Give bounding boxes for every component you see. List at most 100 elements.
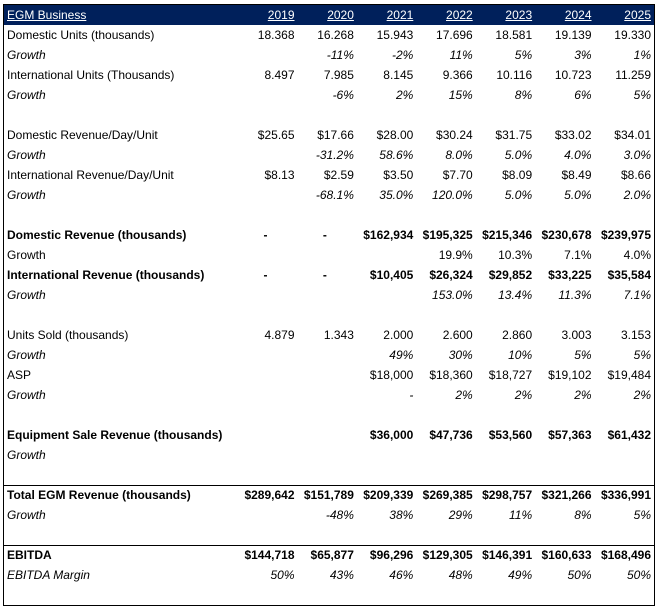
value-cell[interactable] xyxy=(238,445,297,465)
value-cell[interactable]: - xyxy=(298,225,357,245)
value-cell[interactable] xyxy=(298,405,357,425)
value-cell[interactable] xyxy=(298,345,357,365)
value-cell[interactable]: 50% xyxy=(238,565,297,585)
value-cell[interactable] xyxy=(357,285,416,305)
value-cell[interactable] xyxy=(238,85,297,105)
value-cell[interactable] xyxy=(357,445,416,465)
value-cell[interactable]: 11.3% xyxy=(535,285,594,305)
value-cell[interactable]: 13.4% xyxy=(476,285,535,305)
value-cell[interactable]: 18.368 xyxy=(238,25,297,45)
value-cell[interactable]: - xyxy=(238,225,297,245)
value-cell[interactable] xyxy=(416,305,475,325)
value-cell[interactable] xyxy=(416,525,475,545)
value-cell[interactable]: 10.3% xyxy=(476,245,535,265)
value-cell[interactable]: $289,642 xyxy=(238,484,298,505)
value-cell[interactable] xyxy=(595,445,654,465)
value-cell[interactable]: $8.09 xyxy=(476,165,535,185)
row-label[interactable]: Growth xyxy=(4,45,238,65)
row-label[interactable] xyxy=(4,305,238,325)
value-cell[interactable]: 5% xyxy=(476,45,535,65)
row-label[interactable]: Domestic Revenue/Day/Unit xyxy=(4,125,238,145)
value-cell[interactable]: 3% xyxy=(535,45,594,65)
value-cell[interactable]: $215,346 xyxy=(476,225,535,245)
value-cell[interactable] xyxy=(357,105,416,125)
value-cell[interactable] xyxy=(298,305,357,325)
value-cell[interactable] xyxy=(416,445,475,465)
value-cell[interactable]: 17.696 xyxy=(416,25,475,45)
value-cell[interactable]: 50% xyxy=(595,565,654,585)
value-cell[interactable]: 10% xyxy=(476,345,535,365)
row-label[interactable]: Domestic Units (thousands) xyxy=(4,25,238,45)
value-cell[interactable]: 19.139 xyxy=(535,25,594,45)
value-cell[interactable]: $35,584 xyxy=(595,265,654,285)
value-cell[interactable]: 5.0% xyxy=(476,185,535,205)
value-cell[interactable] xyxy=(416,105,475,125)
value-cell[interactable]: 9.366 xyxy=(416,65,475,85)
value-cell[interactable]: 19.330 xyxy=(595,25,654,45)
value-cell[interactable]: $19,102 xyxy=(535,365,594,385)
value-cell[interactable]: 8% xyxy=(535,505,594,525)
value-cell[interactable]: 1% xyxy=(595,45,654,65)
value-cell[interactable]: $146,391 xyxy=(475,544,536,565)
value-cell[interactable]: 10.116 xyxy=(476,65,535,85)
value-cell[interactable] xyxy=(298,465,357,485)
value-cell[interactable] xyxy=(238,385,297,405)
value-cell[interactable]: 15.943 xyxy=(357,25,416,45)
row-label[interactable]: Growth xyxy=(4,145,238,165)
value-cell[interactable] xyxy=(595,205,654,225)
value-cell[interactable]: 1.343 xyxy=(298,325,357,345)
value-cell[interactable]: 3.0% xyxy=(595,145,654,165)
value-cell[interactable]: $7.70 xyxy=(416,165,475,185)
value-cell[interactable]: 7.1% xyxy=(595,285,654,305)
value-cell[interactable]: 30% xyxy=(416,345,475,365)
value-cell[interactable]: $33.02 xyxy=(535,125,594,145)
value-cell[interactable]: $30.24 xyxy=(416,125,475,145)
value-cell[interactable]: 29% xyxy=(416,505,475,525)
value-cell[interactable]: 46% xyxy=(357,565,416,585)
value-cell[interactable]: 5.0% xyxy=(476,145,535,165)
value-cell[interactable]: $2.59 xyxy=(298,165,357,185)
year-header[interactable]: 2024 xyxy=(535,5,595,25)
value-cell[interactable] xyxy=(357,245,416,265)
value-cell[interactable]: -48% xyxy=(298,505,357,525)
value-cell[interactable]: 16.268 xyxy=(298,25,357,45)
row-label[interactable]: Growth xyxy=(4,85,238,105)
value-cell[interactable] xyxy=(238,305,297,325)
value-cell[interactable] xyxy=(476,305,535,325)
value-cell[interactable]: $162,934 xyxy=(357,225,416,245)
row-label[interactable] xyxy=(4,405,238,425)
value-cell[interactable] xyxy=(238,105,297,125)
value-cell[interactable]: 5% xyxy=(595,85,654,105)
value-cell[interactable]: $33,225 xyxy=(535,265,594,285)
value-cell[interactable] xyxy=(476,525,535,545)
value-cell[interactable]: $144,718 xyxy=(238,544,298,565)
row-label[interactable]: Total EGM Revenue (thousands) xyxy=(4,484,239,505)
row-label[interactable]: Growth xyxy=(4,245,238,265)
value-cell[interactable]: 18.581 xyxy=(476,25,535,45)
row-label[interactable] xyxy=(4,105,238,125)
value-cell[interactable] xyxy=(357,465,416,485)
row-label[interactable]: International Revenue/Day/Unit xyxy=(4,165,238,185)
value-cell[interactable]: 58.6% xyxy=(357,145,416,165)
value-cell[interactable] xyxy=(535,405,594,425)
row-label[interactable]: ASP xyxy=(4,365,238,385)
value-cell[interactable] xyxy=(238,185,297,205)
value-cell[interactable]: 35.0% xyxy=(357,185,416,205)
value-cell[interactable] xyxy=(595,465,654,485)
value-cell[interactable] xyxy=(298,285,357,305)
row-label[interactable]: Equipment Sale Revenue (thousands) xyxy=(4,425,238,445)
value-cell[interactable]: $8.49 xyxy=(535,165,594,185)
value-cell[interactable]: $239,975 xyxy=(595,225,654,245)
value-cell[interactable]: 8.497 xyxy=(238,65,297,85)
year-header[interactable]: 2022 xyxy=(416,5,476,25)
value-cell[interactable]: - xyxy=(238,265,297,285)
value-cell[interactable]: -68.1% xyxy=(298,185,357,205)
value-cell[interactable] xyxy=(298,425,357,445)
value-cell[interactable]: $29,852 xyxy=(476,265,535,285)
year-header[interactable]: 2025 xyxy=(594,5,654,25)
year-header[interactable]: 2020 xyxy=(297,5,357,25)
value-cell[interactable]: $18,360 xyxy=(416,365,475,385)
value-cell[interactable]: 49% xyxy=(357,345,416,365)
value-cell[interactable]: -11% xyxy=(298,45,357,65)
value-cell[interactable]: 2% xyxy=(357,85,416,105)
